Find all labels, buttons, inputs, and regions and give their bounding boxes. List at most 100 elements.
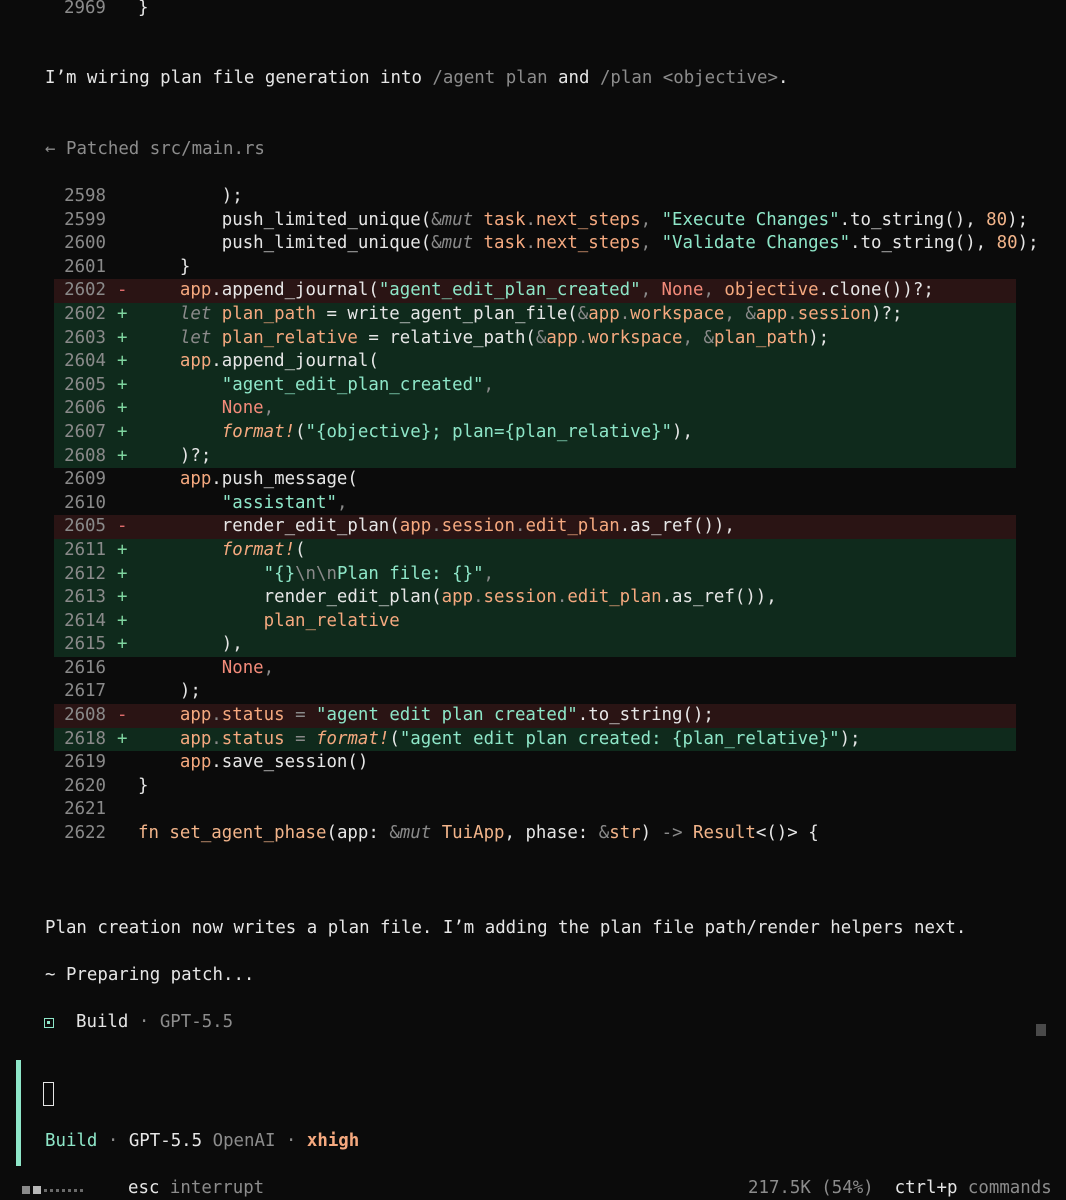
code-text: app.status = "agent edit plan created".t… xyxy=(138,704,714,728)
diff-line-added: 2613 + render_edit_plan(app.session.edit_… xyxy=(54,586,1016,610)
diff-line-removed: 2605- render_edit_plan(app.session.edit_… xyxy=(54,515,1016,539)
code-token: .push_message( xyxy=(211,469,358,490)
code-token: workspace xyxy=(588,327,683,348)
code-token: "{} xyxy=(263,563,296,584)
diff-line-added: 2604 + app.append_journal( xyxy=(54,350,1016,374)
code-token: , xyxy=(263,398,275,419)
code-token: )?; xyxy=(871,303,903,324)
code-token: \n\n xyxy=(295,563,337,584)
line-number: 2613 xyxy=(64,587,106,608)
code-token: . xyxy=(787,303,798,324)
code-token: plan_relative xyxy=(263,610,400,631)
scrollbar-thumb[interactable] xyxy=(1036,1024,1046,1036)
code-text: app.append_journal("agent_edit_plan_crea… xyxy=(138,279,934,303)
code-text: format!("{objective}; plan={plan_relativ… xyxy=(138,421,693,445)
code-token: next_steps xyxy=(535,233,641,254)
line-number: 2619 xyxy=(64,752,106,773)
code-token: workspace xyxy=(630,303,725,324)
agent-name: Build xyxy=(76,1012,129,1032)
diff-marker: + xyxy=(117,563,128,584)
diff-marker: + xyxy=(117,374,128,395)
code-token: format! xyxy=(221,421,296,442)
code-token: ); xyxy=(839,728,861,749)
diff-line-added: 2602 + let plan_path = write_agent_plan_f… xyxy=(54,302,1016,327)
separator: · xyxy=(138,1012,150,1032)
code-token: , xyxy=(724,303,746,324)
diff-line-context: 2599 push_limited_unique(&mut task.next_… xyxy=(54,209,1028,233)
code-token: } xyxy=(138,256,191,277)
code-text: ); xyxy=(138,185,243,209)
code-token: , xyxy=(483,563,495,584)
diff-line-added: 2603 + let plan_relative = relative_path(… xyxy=(54,326,1016,351)
code-token: ); xyxy=(808,327,830,348)
code-text: app.save_session() xyxy=(138,751,368,775)
code-token: = xyxy=(284,728,317,749)
diff-marker: + xyxy=(117,587,128,608)
command-ref: /agent plan xyxy=(432,68,548,88)
code-text: )?; xyxy=(138,445,211,469)
prompt-accent-bar xyxy=(16,1060,21,1166)
line-number: 2600 xyxy=(64,233,106,254)
code-token: TuiApp xyxy=(431,823,505,844)
code-token: , phase: xyxy=(504,823,599,844)
code-token: mut xyxy=(441,209,474,230)
code-token: . xyxy=(431,516,442,537)
code-token: .to_string(), xyxy=(839,209,987,230)
line-number: 2610 xyxy=(64,492,106,513)
prompt-agent: Build xyxy=(45,1131,98,1151)
code-token: ); xyxy=(138,681,201,702)
patch-header[interactable]: ← Patched src/main.rs xyxy=(45,139,265,159)
hint-key: ctrl+p xyxy=(894,1178,958,1198)
code-token: edit_plan xyxy=(525,516,620,537)
diff-marker: - xyxy=(117,280,128,301)
code-token: session xyxy=(441,516,515,537)
line-number: 2969 xyxy=(64,0,106,18)
diff-line-added: 2611 + format!( xyxy=(54,538,1016,563)
code-token: . xyxy=(525,209,536,230)
code-text: let plan_path = write_agent_plan_file(&a… xyxy=(138,303,903,327)
prompt-cursor[interactable] xyxy=(43,1082,54,1106)
interrupt-hint[interactable]: esc interrupt xyxy=(128,1178,264,1198)
code-text: plan_relative xyxy=(138,610,400,634)
code-token: plan_relative xyxy=(211,327,358,348)
code-token: ( xyxy=(389,728,400,749)
line-number: 2599 xyxy=(64,209,106,230)
message-text: I’m wiring plan file generation into xyxy=(45,68,433,88)
code-token: app xyxy=(138,752,212,773)
diff-line-removed: 2608- app.status = "agent edit plan crea… xyxy=(54,704,1016,728)
code-token: , xyxy=(336,492,348,513)
code-token: app xyxy=(138,728,212,749)
code-token: .append_journal( xyxy=(211,351,379,372)
line-number: 2608 xyxy=(64,705,106,726)
code-token: Result xyxy=(682,823,756,844)
code-token: task xyxy=(473,209,526,230)
code-token: app xyxy=(755,303,788,324)
assistant-message: I’m wiring plan file generation into /ag… xyxy=(45,68,788,88)
code-text: render_edit_plan(app.session.edit_plan.a… xyxy=(138,586,777,610)
code-token: objective xyxy=(724,280,819,301)
line-number: 2611 xyxy=(64,539,106,560)
diff-marker: - xyxy=(117,705,128,726)
code-token: , xyxy=(263,657,275,678)
code-token: , xyxy=(682,327,704,348)
code-token: . xyxy=(577,327,589,348)
code-token: "{objective}; plan={plan_relative}" xyxy=(305,421,672,442)
code-token: format! xyxy=(316,728,390,749)
code-token: str xyxy=(609,823,641,844)
back-arrow-icon: ← xyxy=(45,139,56,159)
line-number: 2617 xyxy=(64,681,106,702)
line-number: 2616 xyxy=(64,657,106,678)
code-token: )?; xyxy=(138,445,212,466)
code-token: None xyxy=(221,657,264,678)
diff-line-added: 2612 + "{}\n\nPlan file: {}", xyxy=(54,562,1016,587)
code-token: .save_session() xyxy=(211,752,369,773)
diff-line-context: 2600 push_limited_unique(&mut task.next_… xyxy=(54,232,1038,256)
separator: · xyxy=(285,1131,297,1151)
code-token: mut xyxy=(399,823,432,844)
code-token: . xyxy=(514,516,526,537)
code-token: mut xyxy=(441,233,474,254)
code-token: "agent edit plan created: {plan_relative… xyxy=(399,728,840,749)
